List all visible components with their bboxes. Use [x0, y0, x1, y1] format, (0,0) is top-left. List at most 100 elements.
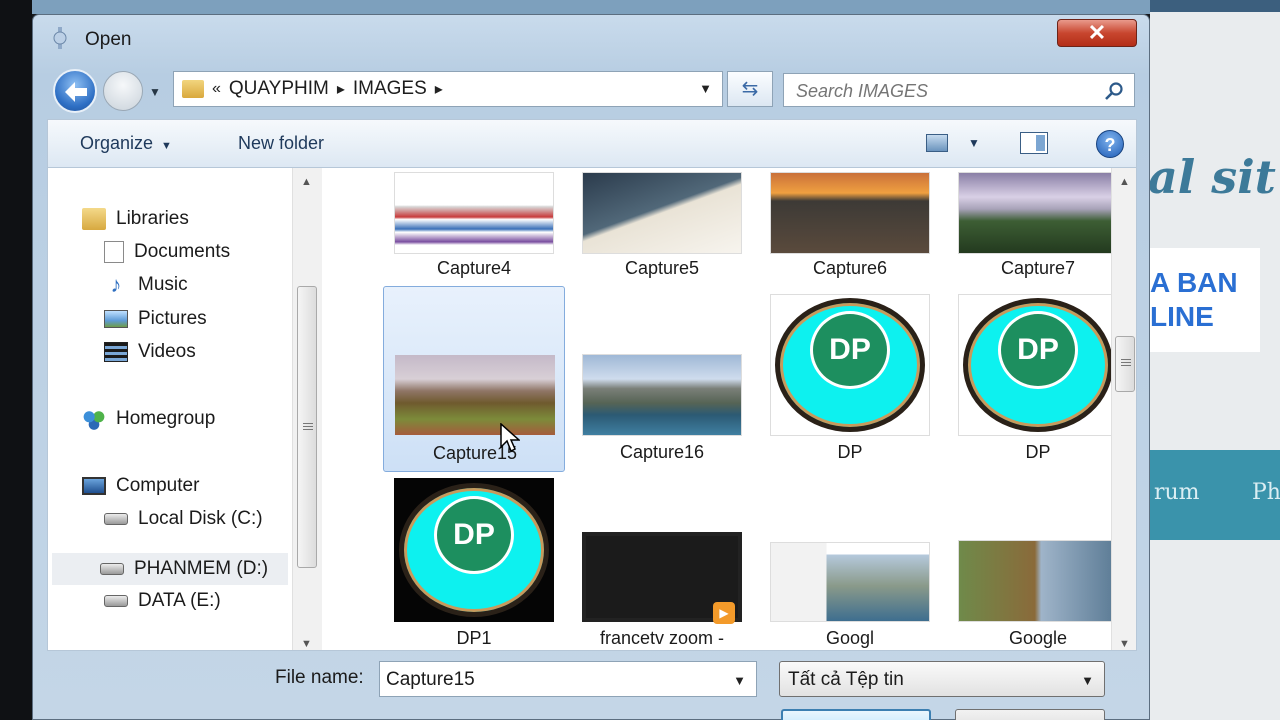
- nav-item-label: Computer: [116, 475, 200, 496]
- file-tile[interactable]: DP DP1: [383, 472, 565, 650]
- file-tile[interactable]: Capture6: [759, 168, 941, 302]
- scroll-down-icon[interactable]: ▼: [1119, 638, 1130, 650]
- file-tile[interactable]: Capture16: [571, 286, 753, 472]
- address-bar[interactable]: « QUAYPHIM ▸ IMAGES ▸ ▼: [173, 71, 723, 107]
- new-folder-button[interactable]: New folder: [238, 133, 324, 154]
- nav-item-label: Videos: [138, 341, 196, 362]
- nav-item-computer[interactable]: Computer: [82, 475, 199, 497]
- breadcrumb-quayphim[interactable]: QUAYPHIM: [229, 78, 329, 100]
- browser-content: Libraries Documents ♪ Music Pictures Vid…: [47, 167, 1137, 651]
- scroll-up-icon[interactable]: ▲: [1119, 176, 1130, 188]
- file-type-select[interactable]: Tất cả Tệp tin ▼: [779, 661, 1105, 697]
- file-tile[interactable]: Capture5: [571, 168, 753, 302]
- background-topbar: [1150, 0, 1280, 12]
- background-navbar: rum Ph: [1150, 450, 1280, 540]
- nav-scrollbar[interactable]: ▲ ▼: [292, 168, 322, 650]
- open-file-dialog: Open ✕ ▼ « QUAYPHIM ▸ IMAGES ▸ ▼ ⇆ Organ…: [32, 14, 1150, 720]
- file-name-input[interactable]: [386, 668, 716, 692]
- image-thumbnail: [958, 540, 1111, 622]
- image-thumbnail: [770, 172, 930, 254]
- image-thumbnail: [958, 172, 1111, 254]
- search-input[interactable]: [796, 79, 1096, 103]
- nav-item-local-disk-c[interactable]: Local Disk (C:): [104, 508, 263, 530]
- file-name-label: File name:: [275, 667, 364, 688]
- cancel-button[interactable]: [955, 709, 1105, 720]
- file-tile[interactable]: DP DP: [947, 286, 1111, 472]
- preview-pane-icon[interactable]: [1020, 132, 1048, 154]
- recent-pages-dropdown[interactable]: ▼: [149, 85, 161, 99]
- image-thumbnail: [394, 172, 554, 254]
- nav-item-videos[interactable]: Videos: [104, 341, 196, 363]
- nav-item-label: Documents: [134, 241, 231, 262]
- background-window-strip: [32, 0, 1150, 14]
- view-options-dropdown[interactable]: ▼: [968, 136, 980, 150]
- nav-item-phanmem-d[interactable]: PHANMEM (D:): [52, 553, 288, 585]
- change-view-icon[interactable]: [926, 134, 948, 152]
- file-tile[interactable]: ▶ francetv zoom -: [571, 472, 753, 650]
- file-name: Capture15: [432, 443, 518, 463]
- background-site-title: al sit: [1148, 150, 1276, 204]
- grip-line: [1121, 359, 1131, 360]
- nav-item-music[interactable]: ♪ Music: [104, 274, 188, 296]
- file-tile[interactable]: Google: [947, 472, 1111, 650]
- image-thumbnail: [395, 355, 555, 435]
- chevron-down-icon: ▼: [161, 140, 172, 152]
- forward-button[interactable]: [103, 71, 143, 111]
- computer-icon: [82, 477, 106, 495]
- music-icon: ♪: [110, 272, 122, 297]
- file-name-combobox[interactable]: ▼: [379, 661, 757, 697]
- background-banner-line: A BAN: [1150, 267, 1238, 298]
- app-icon: [53, 27, 67, 49]
- dp-logo-ring: DP: [775, 298, 925, 432]
- chevron-down-icon: ▼: [1081, 673, 1094, 688]
- help-icon[interactable]: ?: [1096, 130, 1124, 158]
- nav-item-documents[interactable]: Documents: [104, 241, 230, 263]
- breadcrumb-images[interactable]: IMAGES: [353, 78, 427, 100]
- file-list-scroll-thumb[interactable]: [1115, 336, 1135, 392]
- file-tile-selected[interactable]: Capture15: [383, 286, 565, 472]
- command-bar: Organize ▼ New folder ▼ ?: [47, 119, 1137, 167]
- nav-item-pictures[interactable]: Pictures: [104, 308, 207, 330]
- folder-icon: [182, 80, 204, 98]
- dp-logo-text: DP: [810, 311, 890, 389]
- file-tile[interactable]: Capture4: [383, 168, 565, 302]
- address-dropdown-icon[interactable]: ▼: [699, 81, 712, 96]
- image-thumbnail: [582, 172, 742, 254]
- dp-logo-thumbnail: DP: [770, 294, 930, 436]
- back-button[interactable]: [53, 69, 97, 113]
- file-tile[interactable]: Capture7: [947, 168, 1111, 302]
- organize-button[interactable]: Organize ▼: [80, 133, 172, 154]
- grip-line: [1121, 365, 1131, 366]
- nav-item-libraries[interactable]: Libraries: [82, 208, 189, 230]
- open-button[interactable]: [781, 709, 931, 720]
- dp-logo-text: DP: [998, 311, 1078, 389]
- libraries-icon: [82, 208, 106, 230]
- file-name: DP: [1025, 442, 1051, 462]
- breadcrumb-overflow[interactable]: «: [212, 80, 221, 98]
- file-name: Capture16: [619, 442, 705, 462]
- file-tile[interactable]: DP DP: [759, 286, 941, 472]
- file-name: Capture7: [1000, 258, 1076, 278]
- close-button[interactable]: ✕: [1057, 19, 1137, 47]
- refresh-button[interactable]: ⇆: [727, 71, 773, 107]
- nav-item-homegroup[interactable]: Homegroup: [82, 408, 215, 430]
- search-box[interactable]: [783, 73, 1135, 107]
- grip-line: [303, 423, 313, 424]
- file-type-value: Tất cả Tệp tin: [788, 669, 904, 690]
- scroll-down-icon[interactable]: ▼: [301, 638, 312, 650]
- nav-scroll-thumb[interactable]: [297, 286, 317, 568]
- chevron-down-icon[interactable]: ▼: [733, 673, 746, 688]
- scroll-up-icon[interactable]: ▲: [301, 176, 312, 188]
- nav-item-data-e[interactable]: DATA (E:): [104, 590, 221, 612]
- nav-item-label: Music: [138, 274, 188, 295]
- search-icon[interactable]: [1104, 81, 1124, 101]
- file-list-scrollbar[interactable]: ▲ ▼: [1111, 168, 1136, 650]
- organize-label: Organize: [80, 133, 154, 153]
- chevron-right-icon[interactable]: ▸: [435, 79, 443, 99]
- image-thumbnail: [770, 542, 930, 622]
- mouse-cursor-icon: [500, 423, 520, 453]
- nav-item-label: Homegroup: [116, 408, 216, 429]
- file-name: Googl: [825, 628, 875, 648]
- chevron-right-icon[interactable]: ▸: [337, 79, 345, 99]
- file-tile[interactable]: Googl: [759, 472, 941, 650]
